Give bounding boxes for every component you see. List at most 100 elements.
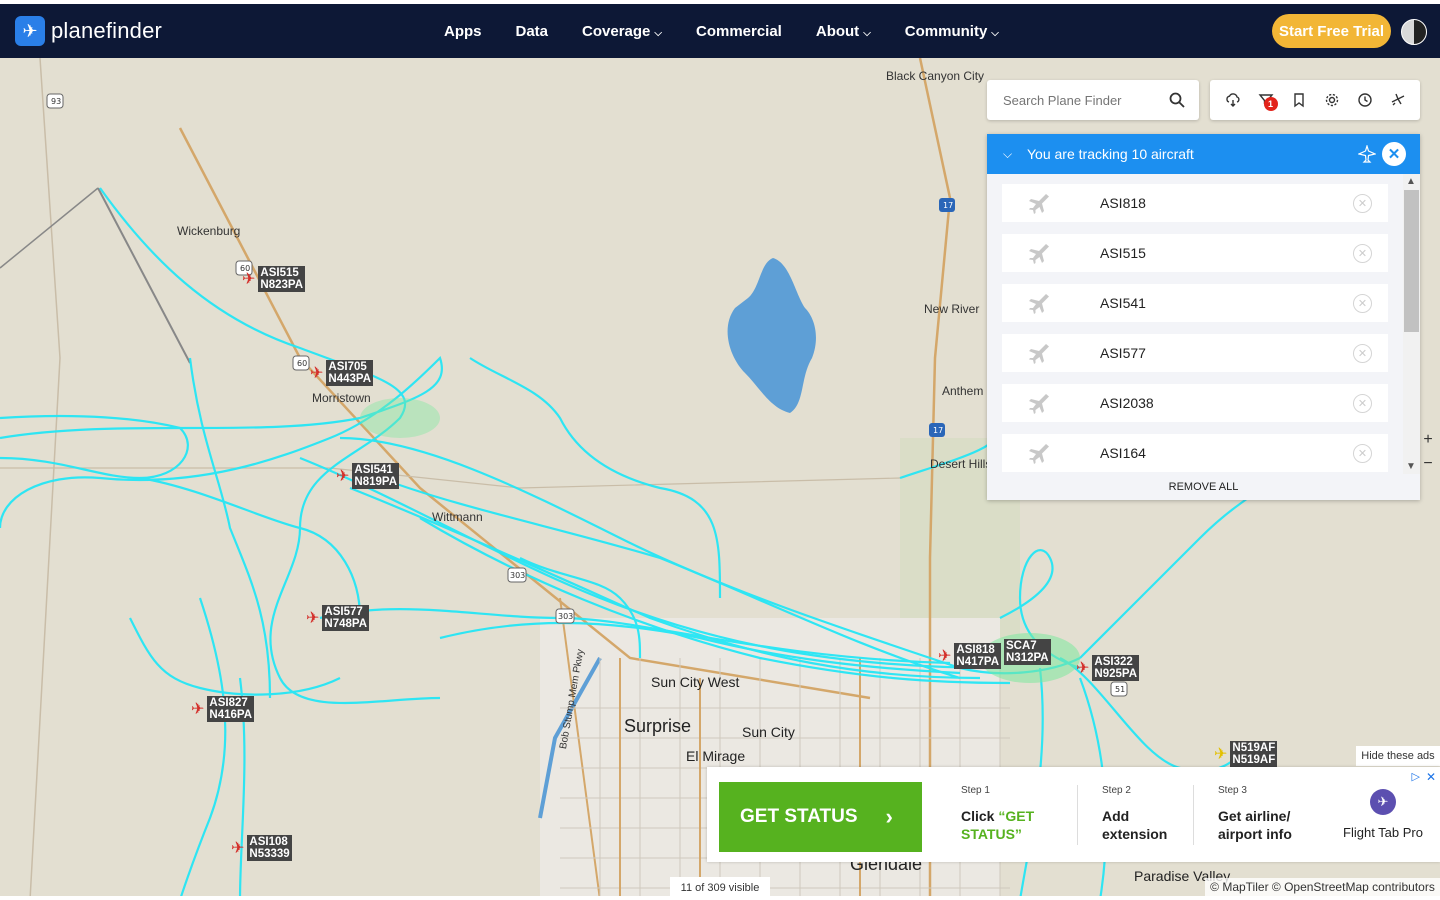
tracked-callsign: ASI515 <box>1100 245 1146 261</box>
scroll-thumb[interactable] <box>1404 190 1419 332</box>
tracked-aircraft-item[interactable]: ASI164 ✕ <box>1002 434 1388 472</box>
start-free-trial-button[interactable]: Start Free Trial <box>1272 14 1391 48</box>
aircraft-marker[interactable]: ✈ ASI577 N748PA <box>306 605 370 631</box>
aircraft-marker[interactable]: SCA7 N312PA <box>1004 639 1051 665</box>
aircraft-label: ASI577 N748PA <box>322 605 370 631</box>
remove-icon[interactable]: ✕ <box>1353 394 1372 413</box>
plane-outline-icon <box>1358 145 1376 163</box>
plane-icon <box>1029 244 1049 264</box>
chevron-down-icon: ⌵ <box>654 27 662 39</box>
close-tracking-button[interactable]: ✕ <box>1382 142 1406 166</box>
plane-icon: ✈ <box>1214 746 1228 763</box>
place-label: Desert Hills <box>930 457 992 471</box>
search-icon[interactable] <box>1169 92 1185 108</box>
plane-icon <box>1029 344 1049 364</box>
place-label: Morristown <box>312 391 371 405</box>
filter-icon[interactable]: 1 <box>1257 91 1278 111</box>
settings-icon[interactable] <box>1323 91 1341 109</box>
aircraft-label: ASI818 N417PA <box>954 643 1002 669</box>
tracking-panel: ⌵ You are tracking 10 aircraft ✕ ASI818 … <box>987 134 1420 500</box>
zoom-out-button[interactable]: − <box>1416 452 1440 476</box>
chevron-down-icon[interactable]: ▼ <box>1406 461 1416 472</box>
aircraft-marker[interactable]: ✈ ASI322 N925PA <box>1076 655 1140 681</box>
tracked-aircraft-item[interactable]: ASI541 ✕ <box>1002 284 1388 322</box>
search-input[interactable] <box>1001 91 1165 109</box>
tracked-callsign: ASI577 <box>1100 345 1146 361</box>
close-ad-icon[interactable]: ✕ <box>1426 770 1436 784</box>
tracked-aircraft-item[interactable]: ASI577 ✕ <box>1002 334 1388 372</box>
place-label: Surprise <box>624 716 692 736</box>
aircraft-marker[interactable]: ✈ N519AF N519AF <box>1214 741 1278 767</box>
plane-icon <box>1029 394 1049 414</box>
plane-icon: ✈ <box>231 840 245 857</box>
remove-icon[interactable]: ✕ <box>1353 444 1372 463</box>
ad-info-icon[interactable]: ▷ <box>1412 770 1420 783</box>
tracking-title: You are tracking 10 aircraft <box>1027 146 1194 162</box>
aircraft-marker[interactable]: ✈ ASI108 N53339 <box>231 835 292 861</box>
plane-logo-icon: ✈ <box>15 16 45 46</box>
history-icon[interactable] <box>1356 91 1374 109</box>
remove-icon[interactable]: ✕ <box>1353 244 1372 263</box>
chevron-down-icon: ⌵ <box>991 27 999 39</box>
plane-icon: ✈ <box>1076 660 1090 677</box>
remove-icon[interactable]: ✕ <box>1353 294 1372 313</box>
chevron-up-icon[interactable]: ▲ <box>1406 176 1416 187</box>
road-shield-93: 93 <box>51 97 61 106</box>
bookmark-icon[interactable] <box>1290 91 1308 109</box>
get-status-button[interactable]: GET STATUS › <box>719 782 922 852</box>
map-attribution[interactable]: © MapTiler © OpenStreetMap contributors <box>1205 878 1440 896</box>
svg-text:51: 51 <box>1115 685 1125 694</box>
aircraft-marker[interactable]: ✈ ASI515 N823PA <box>242 266 306 292</box>
nav-commercial[interactable]: Commercial <box>696 23 782 40</box>
place-label: Sun City West <box>651 674 740 690</box>
tracking-header[interactable]: ⌵ You are tracking 10 aircraft ✕ <box>987 134 1420 174</box>
map-canvas[interactable]: 93 60 60 17 17 51 303 303 Black Canyon C… <box>0 58 1440 900</box>
nav-about[interactable]: About ⌵ <box>816 23 871 40</box>
plane-icon: ✈ <box>242 271 256 288</box>
place-label: Anthem <box>942 384 984 398</box>
aircraft-settings-icon[interactable] <box>1389 91 1407 109</box>
nav-data[interactable]: Data <box>516 23 549 40</box>
plane-icon <box>1029 194 1049 214</box>
bottom-strip <box>0 896 1440 900</box>
plane-icon: ✈ <box>310 365 324 382</box>
place-label: Sun City <box>742 724 795 740</box>
remove-icon[interactable]: ✕ <box>1353 344 1372 363</box>
plane-icon <box>1029 444 1049 464</box>
remove-icon[interactable]: ✕ <box>1353 194 1372 213</box>
chevron-down-icon[interactable]: ⌵ <box>1003 147 1015 162</box>
planefinder-logo[interactable]: ✈ planefinder <box>15 16 162 46</box>
aircraft-marker[interactable]: ✈ ASI827 N416PA <box>191 696 255 722</box>
tracked-aircraft-item[interactable]: ASI818 ✕ <box>1002 184 1388 222</box>
tracked-aircraft-item[interactable]: ASI515 ✕ <box>1002 234 1388 272</box>
aircraft-label: ASI515 N823PA <box>258 266 306 292</box>
chevron-down-icon: ⌵ <box>863 27 871 39</box>
tracked-callsign: ASI164 <box>1100 445 1146 461</box>
place-label: Wittmann <box>432 510 483 524</box>
cloud-download-icon[interactable] <box>1224 91 1242 109</box>
avatar[interactable] <box>1401 19 1427 45</box>
tracking-list: ASI818 ✕ ASI515 ✕ ASI541 ✕ ASI577 ✕ ASI2… <box>987 174 1402 474</box>
aircraft-marker[interactable]: ✈ ASI818 N417PA <box>938 643 1002 669</box>
hide-ads-button[interactable]: Hide these ads <box>1356 746 1440 766</box>
divider <box>1193 785 1194 845</box>
ad-brand[interactable]: ✈ Flight Tab Pro <box>1333 789 1433 840</box>
ad-step: Step 3 Get airline/ airport info <box>1218 785 1292 842</box>
tracked-callsign: ASI541 <box>1100 295 1146 311</box>
place-label: New River <box>924 302 980 316</box>
aircraft-marker[interactable]: ✈ ASI541 N819PA <box>336 463 400 489</box>
chevron-right-icon: › <box>885 804 893 829</box>
place-label: Black Canyon City <box>886 69 985 83</box>
nav-community[interactable]: Community ⌵ <box>905 23 999 40</box>
divider <box>1077 785 1078 845</box>
zoom-in-button[interactable]: + <box>1416 428 1440 452</box>
nav-apps[interactable]: Apps <box>444 23 482 40</box>
remove-all-button[interactable]: REMOVE ALL <box>987 474 1420 500</box>
tracked-callsign: ASI2038 <box>1100 395 1154 411</box>
tracked-callsign: ASI818 <box>1100 195 1146 211</box>
svg-text:60: 60 <box>297 359 307 368</box>
svg-text:17: 17 <box>933 426 943 435</box>
nav-coverage[interactable]: Coverage ⌵ <box>582 23 662 40</box>
tracked-aircraft-item[interactable]: ASI2038 ✕ <box>1002 384 1388 422</box>
aircraft-marker[interactable]: ✈ ASI705 N443PA <box>310 360 374 386</box>
